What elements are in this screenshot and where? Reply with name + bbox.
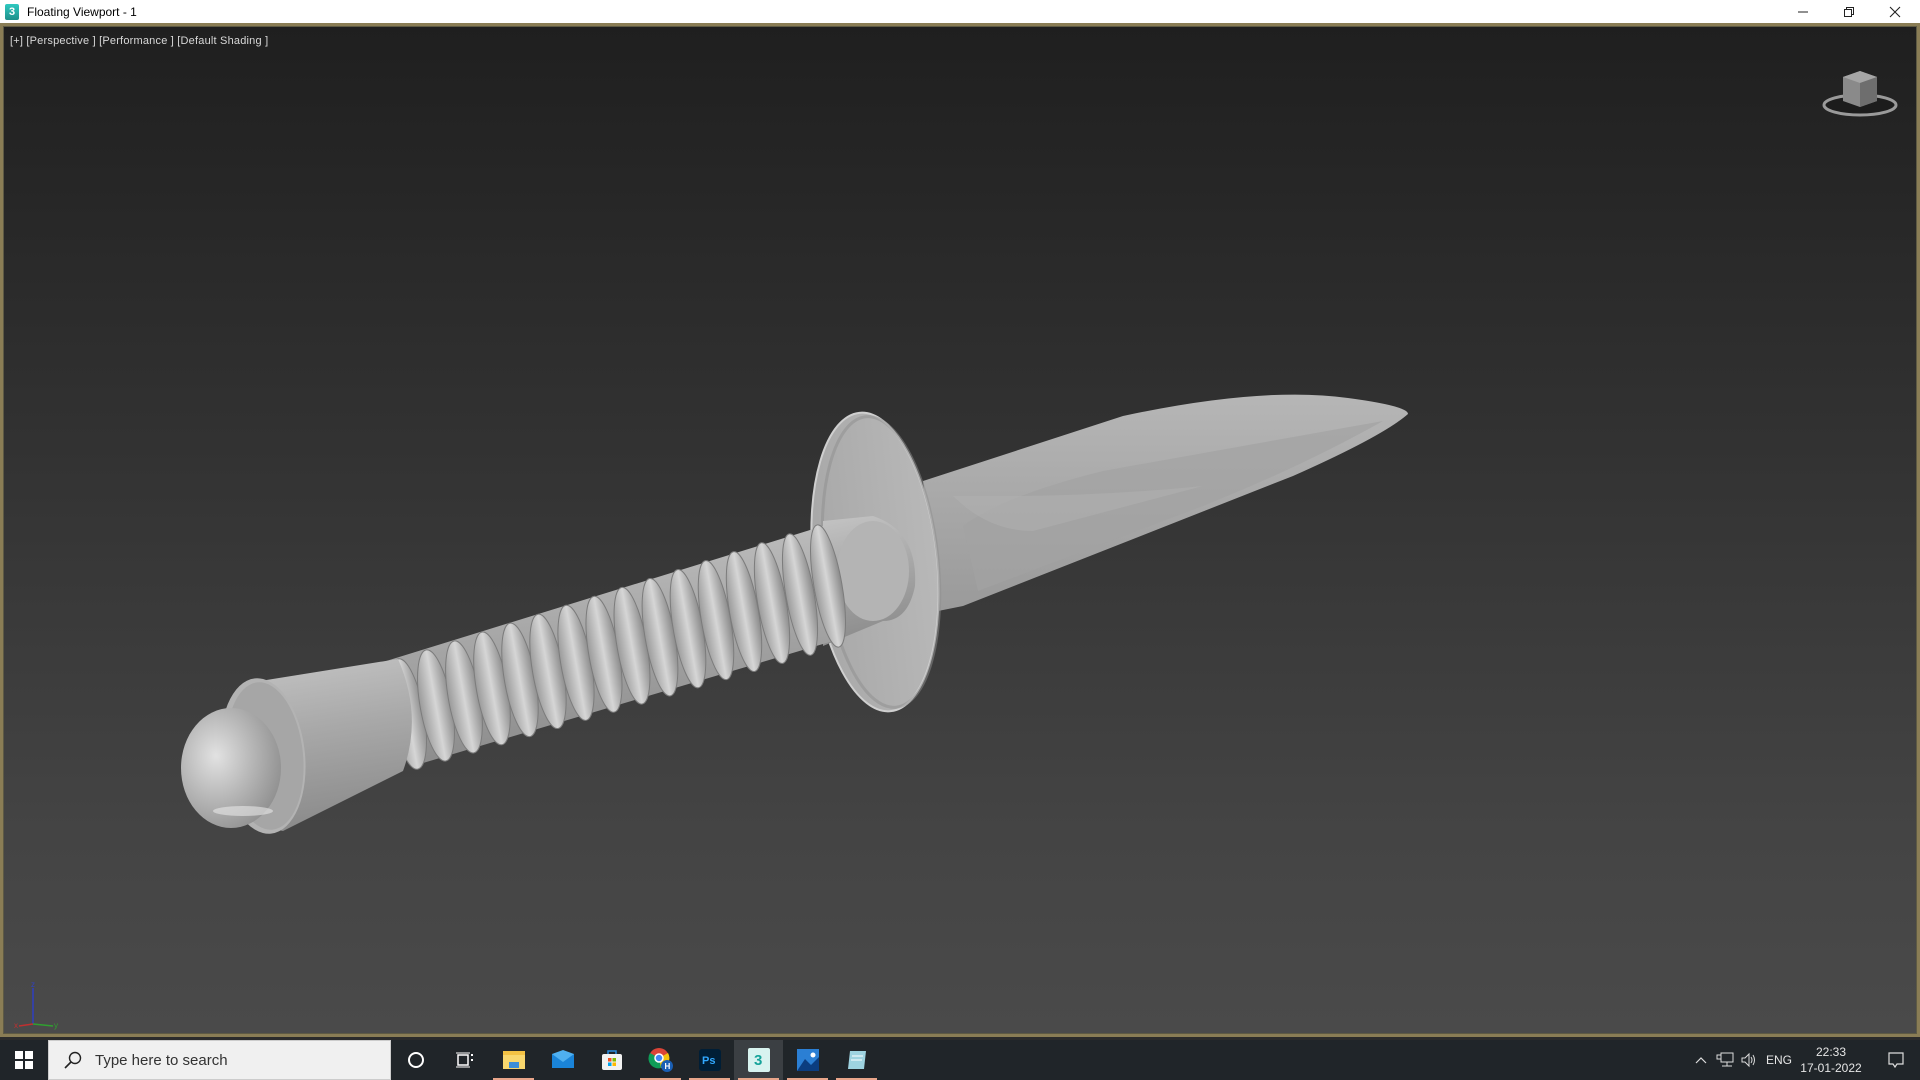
windows-logo-icon xyxy=(15,1051,33,1069)
notepad-icon xyxy=(847,1051,866,1069)
z-axis-label: z xyxy=(31,980,35,989)
chevron-up-icon xyxy=(1695,1057,1707,1064)
volume-button[interactable] xyxy=(1738,1040,1760,1080)
y-axis-label: y xyxy=(54,1021,58,1030)
dagger-model[interactable] xyxy=(3,26,1920,1040)
search-box[interactable]: Type here to search xyxy=(48,1040,391,1080)
notification-icon xyxy=(1888,1052,1904,1069)
viewcube-icon[interactable] xyxy=(1821,61,1899,123)
photos-icon xyxy=(796,1049,819,1071)
search-placeholder: Type here to search xyxy=(95,1051,228,1069)
search-icon xyxy=(64,1051,82,1069)
svg-text:3: 3 xyxy=(754,1052,762,1069)
action-center-button[interactable] xyxy=(1872,1040,1920,1080)
clock-date: 17-01-2022 xyxy=(1800,1061,1862,1075)
mail-icon xyxy=(551,1050,574,1068)
clock-time: 22:33 xyxy=(1815,1045,1847,1059)
close-button[interactable] xyxy=(1872,0,1918,23)
grip-rings xyxy=(388,524,846,770)
taskbar: Type here to search H Ps 3 xyxy=(0,1040,1920,1080)
chrome-icon: H xyxy=(647,1048,673,1072)
title-bar: 3 Floating Viewport - 1 xyxy=(0,0,1920,23)
network-icon xyxy=(1716,1052,1734,1067)
3ds-max-icon: 3 xyxy=(747,1048,770,1072)
restore-icon xyxy=(1844,6,1854,17)
start-button[interactable] xyxy=(0,1040,48,1080)
restore-button[interactable] xyxy=(1826,0,1872,23)
x-axis-label: x xyxy=(14,1021,18,1030)
taskbar-app-mail[interactable] xyxy=(538,1040,587,1080)
store-icon xyxy=(601,1050,622,1070)
minimize-button[interactable] xyxy=(1780,0,1826,23)
svg-text:H: H xyxy=(664,1062,670,1071)
taskbar-app-notepad[interactable] xyxy=(832,1040,881,1080)
window-title: Floating Viewport - 1 xyxy=(27,4,137,19)
close-icon xyxy=(1889,6,1901,17)
folder-icon xyxy=(502,1051,525,1069)
minimize-icon xyxy=(1798,11,1808,12)
language-indicator[interactable]: ENG xyxy=(1764,1040,1794,1080)
perspective-viewport[interactable]: [+] [Perspective ] [Performance ] [Defau… xyxy=(0,23,1920,1037)
svg-text:Ps: Ps xyxy=(702,1055,715,1067)
clock[interactable]: 22:33 17-01-2022 xyxy=(1798,1040,1864,1080)
speaker-icon xyxy=(1741,1052,1755,1068)
taskbar-app-photos[interactable] xyxy=(783,1040,832,1080)
cortana-icon xyxy=(407,1052,424,1068)
show-hidden-icons-button[interactable] xyxy=(1690,1040,1712,1080)
cortana-button[interactable] xyxy=(391,1040,440,1080)
network-button[interactable] xyxy=(1714,1040,1736,1080)
taskbar-app-3ds-max[interactable]: 3 xyxy=(734,1040,783,1080)
axis-tripod-icon: z x y xyxy=(14,980,58,1030)
task-view-icon xyxy=(455,1052,473,1068)
task-view-button[interactable] xyxy=(440,1040,489,1080)
taskbar-app-store[interactable] xyxy=(587,1040,636,1080)
viewport-label[interactable]: [+] [Perspective ] [Performance ] [Defau… xyxy=(10,35,268,47)
taskbar-app-file-explorer[interactable] xyxy=(489,1040,538,1080)
taskbar-app-photoshop[interactable]: Ps xyxy=(685,1040,734,1080)
3ds-max-icon: 3 xyxy=(5,3,19,20)
taskbar-app-chrome[interactable]: H xyxy=(636,1040,685,1080)
photoshop-icon: Ps xyxy=(698,1049,721,1071)
